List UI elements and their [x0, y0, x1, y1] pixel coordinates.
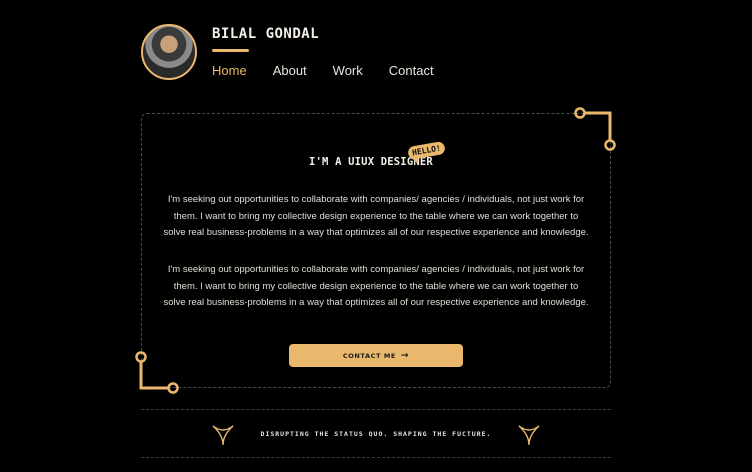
sparkle-icon [212, 425, 234, 446]
contact-me-button[interactable]: CONTACT ME → [289, 344, 463, 367]
contact-me-label: CONTACT ME [342, 351, 396, 360]
site-name: BILAL GONDAL [212, 26, 320, 42]
divider [141, 457, 611, 458]
nav-about[interactable]: About [273, 63, 307, 78]
nav-work[interactable]: Work [333, 63, 363, 78]
circuit-corner-icon [574, 107, 616, 151]
divider [141, 409, 611, 410]
sparkle-icon [518, 425, 540, 446]
circuit-corner-icon [135, 351, 179, 394]
tagline: DISRUPTING THE STATUS QUO. SHAPING THE F… [260, 430, 492, 438]
name-underline [212, 49, 249, 52]
avatar [141, 24, 197, 80]
nav-contact[interactable]: Contact [389, 63, 434, 78]
brand: BILAL GONDAL Home About Work Contact [212, 24, 460, 80]
site-header: BILAL GONDAL Home About Work Contact [141, 24, 460, 80]
intro-paragraph: I'm seeking out opportunities to collabo… [163, 194, 589, 238]
nav-home[interactable]: Home [212, 63, 247, 78]
main-nav: Home About Work Contact [212, 63, 460, 78]
intro-paragraph: I'm seeking out opportunities to collabo… [163, 264, 589, 308]
arrow-right-icon: → [400, 350, 410, 361]
